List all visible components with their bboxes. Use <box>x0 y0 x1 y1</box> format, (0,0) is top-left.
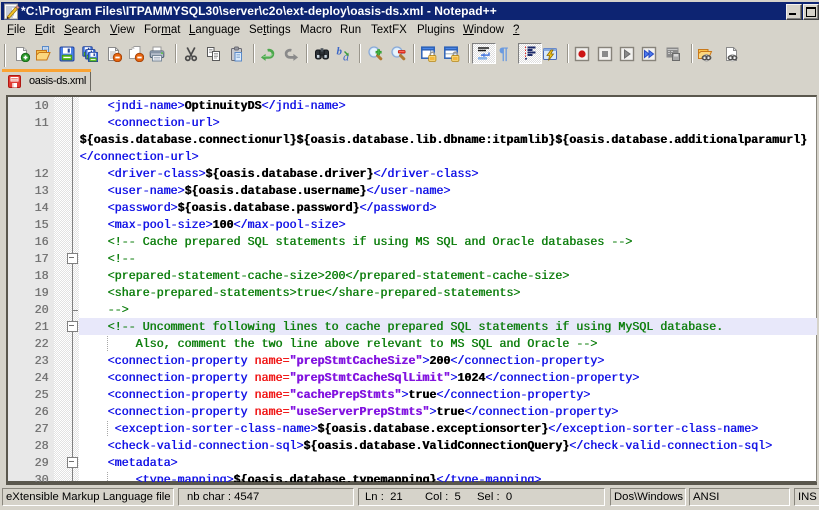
svg-text:a: a <box>343 49 349 62</box>
svg-text:b: b <box>336 46 342 58</box>
